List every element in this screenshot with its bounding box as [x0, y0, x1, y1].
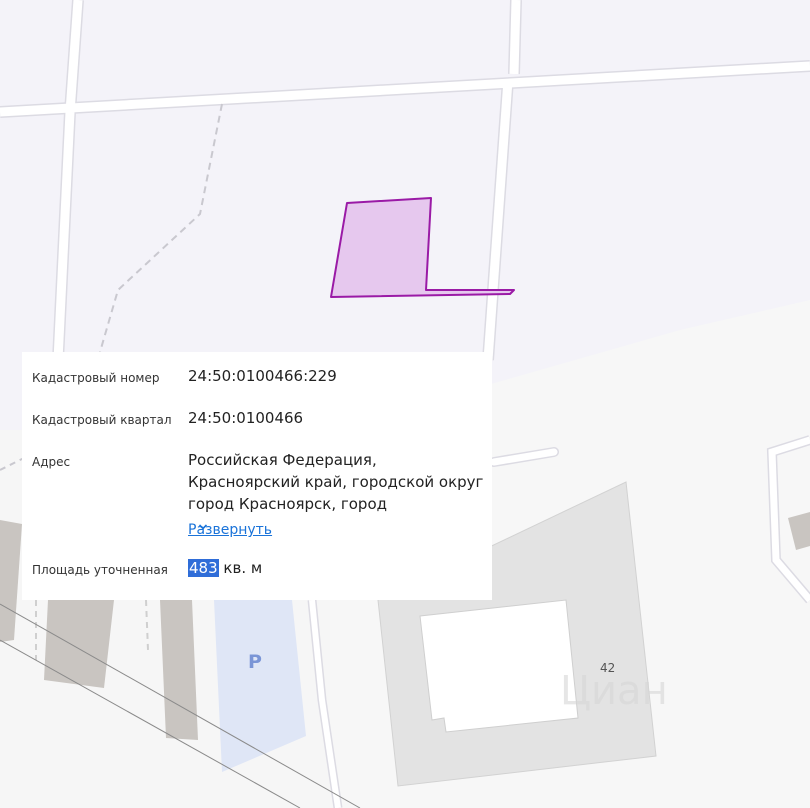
cadastral-quarter-value: 24:50:0100466: [188, 409, 304, 427]
cadastral-number-value: 24:50:0100466:229: [188, 367, 337, 385]
address-line: город Красноярск, город: [188, 495, 388, 513]
plot-info-card: Кадастровый номер 24:50:0100466:229 Када…: [22, 352, 492, 600]
building-courtyard: [419, 599, 579, 733]
chevron-down-icon: [198, 524, 208, 530]
area-value-group: 483 кв. м: [188, 557, 262, 579]
area-value[interactable]: 483: [188, 559, 219, 577]
cadastral-number-label: Кадастровый номер: [32, 371, 160, 385]
expand-address-link[interactable]: Развернуть: [188, 522, 272, 538]
building: [160, 600, 198, 740]
area-label: Площадь уточненная: [32, 563, 168, 577]
watermark: Циан: [560, 668, 668, 714]
cadastral-quarter-label: Кадастровый квартал: [32, 413, 172, 427]
parking-label: P: [248, 651, 262, 673]
address-line: Красноярский край, городской округ: [188, 473, 484, 491]
map-view[interactable]: 42 Циан P Кадастровый номер 24:50:010046…: [0, 0, 810, 808]
area-unit: кв. м: [223, 559, 263, 577]
address-line: Российская Федерация,: [188, 451, 377, 469]
address-value: Российская Федерация, Красноярский край,…: [188, 449, 483, 515]
building: [44, 600, 114, 688]
address-label: Адрес: [32, 455, 71, 469]
